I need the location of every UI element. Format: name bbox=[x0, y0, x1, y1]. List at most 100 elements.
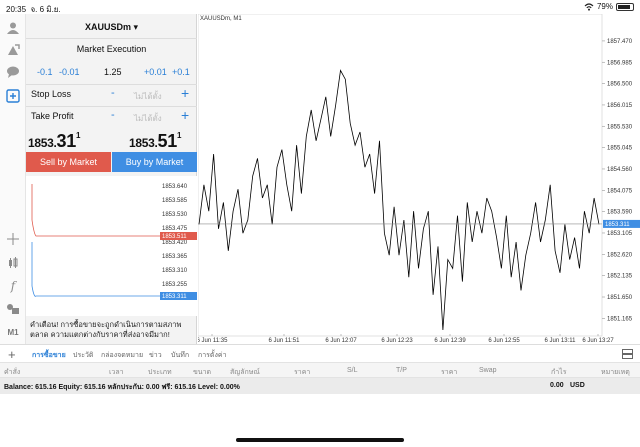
tick-chart: 1853.640 1853.585 1853.530 1853.475 1853.420… bbox=[26, 176, 197, 316]
tick-chart-svg: 1853.640 1853.585 1853.530 1853.475 1853.420… bbox=[31, 184, 197, 300]
wifi-icon bbox=[584, 2, 594, 11]
volume-minus-0-1-button[interactable]: -0.1 bbox=[37, 67, 53, 77]
mini-bid-label: 1853.311 bbox=[162, 294, 187, 300]
col-type: ประเภท bbox=[148, 369, 172, 376]
price-series-line bbox=[198, 69, 600, 331]
mini-y-tick-label: 1853.640 bbox=[162, 184, 188, 190]
price-chart[interactable]: XAUUSDm, M1 1857.470 1856.985 1856.500 1856… bbox=[197, 13, 640, 344]
y-tick-label: 1857.470 bbox=[607, 39, 633, 45]
symbol-selector[interactable]: XAUUSDm ▾ bbox=[26, 22, 197, 33]
status-bar: 20:35 จ. 6 มิ.ย. 79% bbox=[0, 0, 640, 14]
volume-plus-0-1-button[interactable]: +0.1 bbox=[172, 67, 190, 77]
col-size: ขนาด bbox=[193, 369, 212, 376]
col-tp: T/P bbox=[396, 367, 407, 374]
y-tick-label: 1856.015 bbox=[607, 103, 633, 109]
buy-by-market-button[interactable]: Buy by Market bbox=[112, 152, 197, 172]
objects-icon[interactable] bbox=[3, 299, 23, 319]
crosshair-icon[interactable] bbox=[3, 229, 23, 249]
mini-y-tick-label: 1853.585 bbox=[162, 198, 188, 204]
tab-news[interactable]: ข่าว bbox=[149, 350, 162, 361]
stop-loss-input[interactable]: ไม่ได้ตั้ง bbox=[134, 90, 162, 103]
new-order-icon[interactable] bbox=[3, 86, 23, 106]
tab-mailbox[interactable]: กล่องจดหมาย bbox=[101, 350, 143, 361]
y-tick-label: 1854.560 bbox=[607, 167, 633, 173]
tab-settings[interactable]: การตั้งค่า bbox=[198, 350, 227, 361]
candles-icon[interactable] bbox=[3, 253, 23, 273]
y-tick-label: 1853.105 bbox=[607, 231, 633, 237]
add-panel-button[interactable]: + bbox=[8, 347, 16, 362]
mini-y-tick-label: 1853.255 bbox=[162, 282, 188, 288]
total-profit: 0.00 bbox=[550, 382, 564, 389]
bottom-tab-bar: + การซื้อขาย ประวัติ กล่องจดหมาย ข่าว บั… bbox=[0, 344, 640, 362]
battery-icon bbox=[616, 2, 634, 11]
bid-tick-path bbox=[31, 285, 160, 297]
y-tick-label: 1856.985 bbox=[607, 60, 633, 66]
mini-y-tick-label: 1853.310 bbox=[162, 268, 188, 274]
battery-status: 79% bbox=[584, 2, 634, 11]
stop-loss-label: Stop Loss bbox=[31, 89, 72, 99]
stop-loss-plus-button[interactable]: + bbox=[181, 86, 189, 100]
volume-minus-0-01-button[interactable]: -0.01 bbox=[59, 67, 80, 77]
take-profit-input[interactable]: ไม่ได้ตั้ง bbox=[134, 112, 162, 125]
bid-price: 1853.311 bbox=[28, 131, 81, 151]
balance-summary: Balance: 615.16 Equity: 615.16 หลักประกั… bbox=[4, 384, 240, 391]
function-icon[interactable]: f bbox=[3, 276, 23, 296]
plot-frame bbox=[197, 13, 603, 337]
take-profit-plus-button[interactable]: + bbox=[181, 108, 189, 122]
account-currency: USD bbox=[570, 382, 585, 389]
balance-row: Balance: 615.16 Equity: 615.16 หลักประกั… bbox=[0, 378, 640, 394]
col-swap: Swap bbox=[479, 367, 497, 374]
stop-loss-minus-button[interactable]: - bbox=[111, 87, 115, 99]
market-warning: คำเตือน! การซื้อขายจะถูกดำเนินการตามสภาพ… bbox=[30, 320, 182, 339]
y-tick-label: 1851.650 bbox=[607, 295, 633, 301]
y-tick-label: 1851.165 bbox=[607, 316, 633, 322]
divider bbox=[26, 38, 197, 39]
mini-y-tick-label: 1853.420 bbox=[162, 240, 188, 246]
volume-value[interactable]: 1.25 bbox=[104, 67, 122, 77]
mini-y-tick-label: 1853.475 bbox=[162, 226, 188, 232]
bid-price-badge-label: 1853.311 bbox=[605, 222, 630, 228]
divider bbox=[26, 84, 197, 85]
col-time: เวลา bbox=[109, 369, 124, 376]
home-indicator[interactable] bbox=[236, 438, 404, 442]
tab-trade[interactable]: การซื้อขาย bbox=[32, 350, 66, 361]
price-chart-svg: 1857.470 1856.985 1856.500 1856.015 1855.530… bbox=[197, 13, 640, 344]
y-tick-label: 1854.075 bbox=[607, 188, 633, 194]
divider bbox=[26, 106, 197, 107]
ask-tick-path bbox=[31, 219, 160, 237]
y-tick-label: 1852.620 bbox=[607, 252, 633, 258]
mini-y-tick-label: 1853.365 bbox=[162, 254, 188, 260]
tab-journal[interactable]: บันทึก bbox=[171, 350, 189, 361]
tab-history[interactable]: ประวัติ bbox=[73, 350, 93, 361]
col-price: ราคา bbox=[294, 369, 311, 376]
trade-table-header: คำสั่ง เวลา ประเภท ขนาด สัญลักษณ์ ราคา S… bbox=[0, 362, 640, 378]
timeframe-button[interactable]: M1 bbox=[3, 322, 23, 342]
col-order: คำสั่ง bbox=[4, 369, 21, 376]
panel-layout-icon[interactable] bbox=[622, 349, 633, 359]
ask-price: 1853.511 bbox=[129, 131, 182, 151]
col-profit: กำไร bbox=[551, 369, 567, 376]
volume-plus-0-01-button[interactable]: +0.01 bbox=[144, 67, 167, 77]
order-panel: XAUUSDm ▾ Market Execution -0.1 -0.01 1.… bbox=[26, 14, 197, 344]
mini-ask-label: 1853.511 bbox=[162, 234, 187, 240]
battery-percent: 79% bbox=[596, 2, 613, 11]
sell-by-market-button[interactable]: Sell by Market bbox=[26, 152, 111, 172]
y-tick-label: 1853.590 bbox=[607, 210, 633, 216]
take-profit-label: Take Profit bbox=[31, 111, 74, 121]
col-symbol: สัญลักษณ์ bbox=[230, 369, 260, 376]
mini-y-tick-label: 1853.530 bbox=[162, 212, 188, 218]
execution-type[interactable]: Market Execution bbox=[26, 44, 197, 54]
y-tick-label: 1852.135 bbox=[607, 274, 633, 280]
take-profit-minus-button[interactable]: - bbox=[111, 109, 115, 121]
chat-icon[interactable] bbox=[3, 62, 23, 82]
trade-icon[interactable] bbox=[3, 40, 23, 60]
user-icon[interactable] bbox=[3, 18, 23, 38]
col-price-current: ราคา bbox=[441, 369, 458, 376]
y-tick-label: 1855.530 bbox=[607, 124, 633, 130]
y-tick-label: 1855.045 bbox=[607, 146, 633, 152]
col-sl: S/L bbox=[347, 367, 358, 374]
chart-title: XAUUSDm, M1 bbox=[200, 16, 242, 22]
y-tick-label: 1856.500 bbox=[607, 82, 633, 88]
col-comment: หมายเหตุ bbox=[601, 369, 630, 376]
left-toolbar: f M1 bbox=[0, 14, 26, 344]
